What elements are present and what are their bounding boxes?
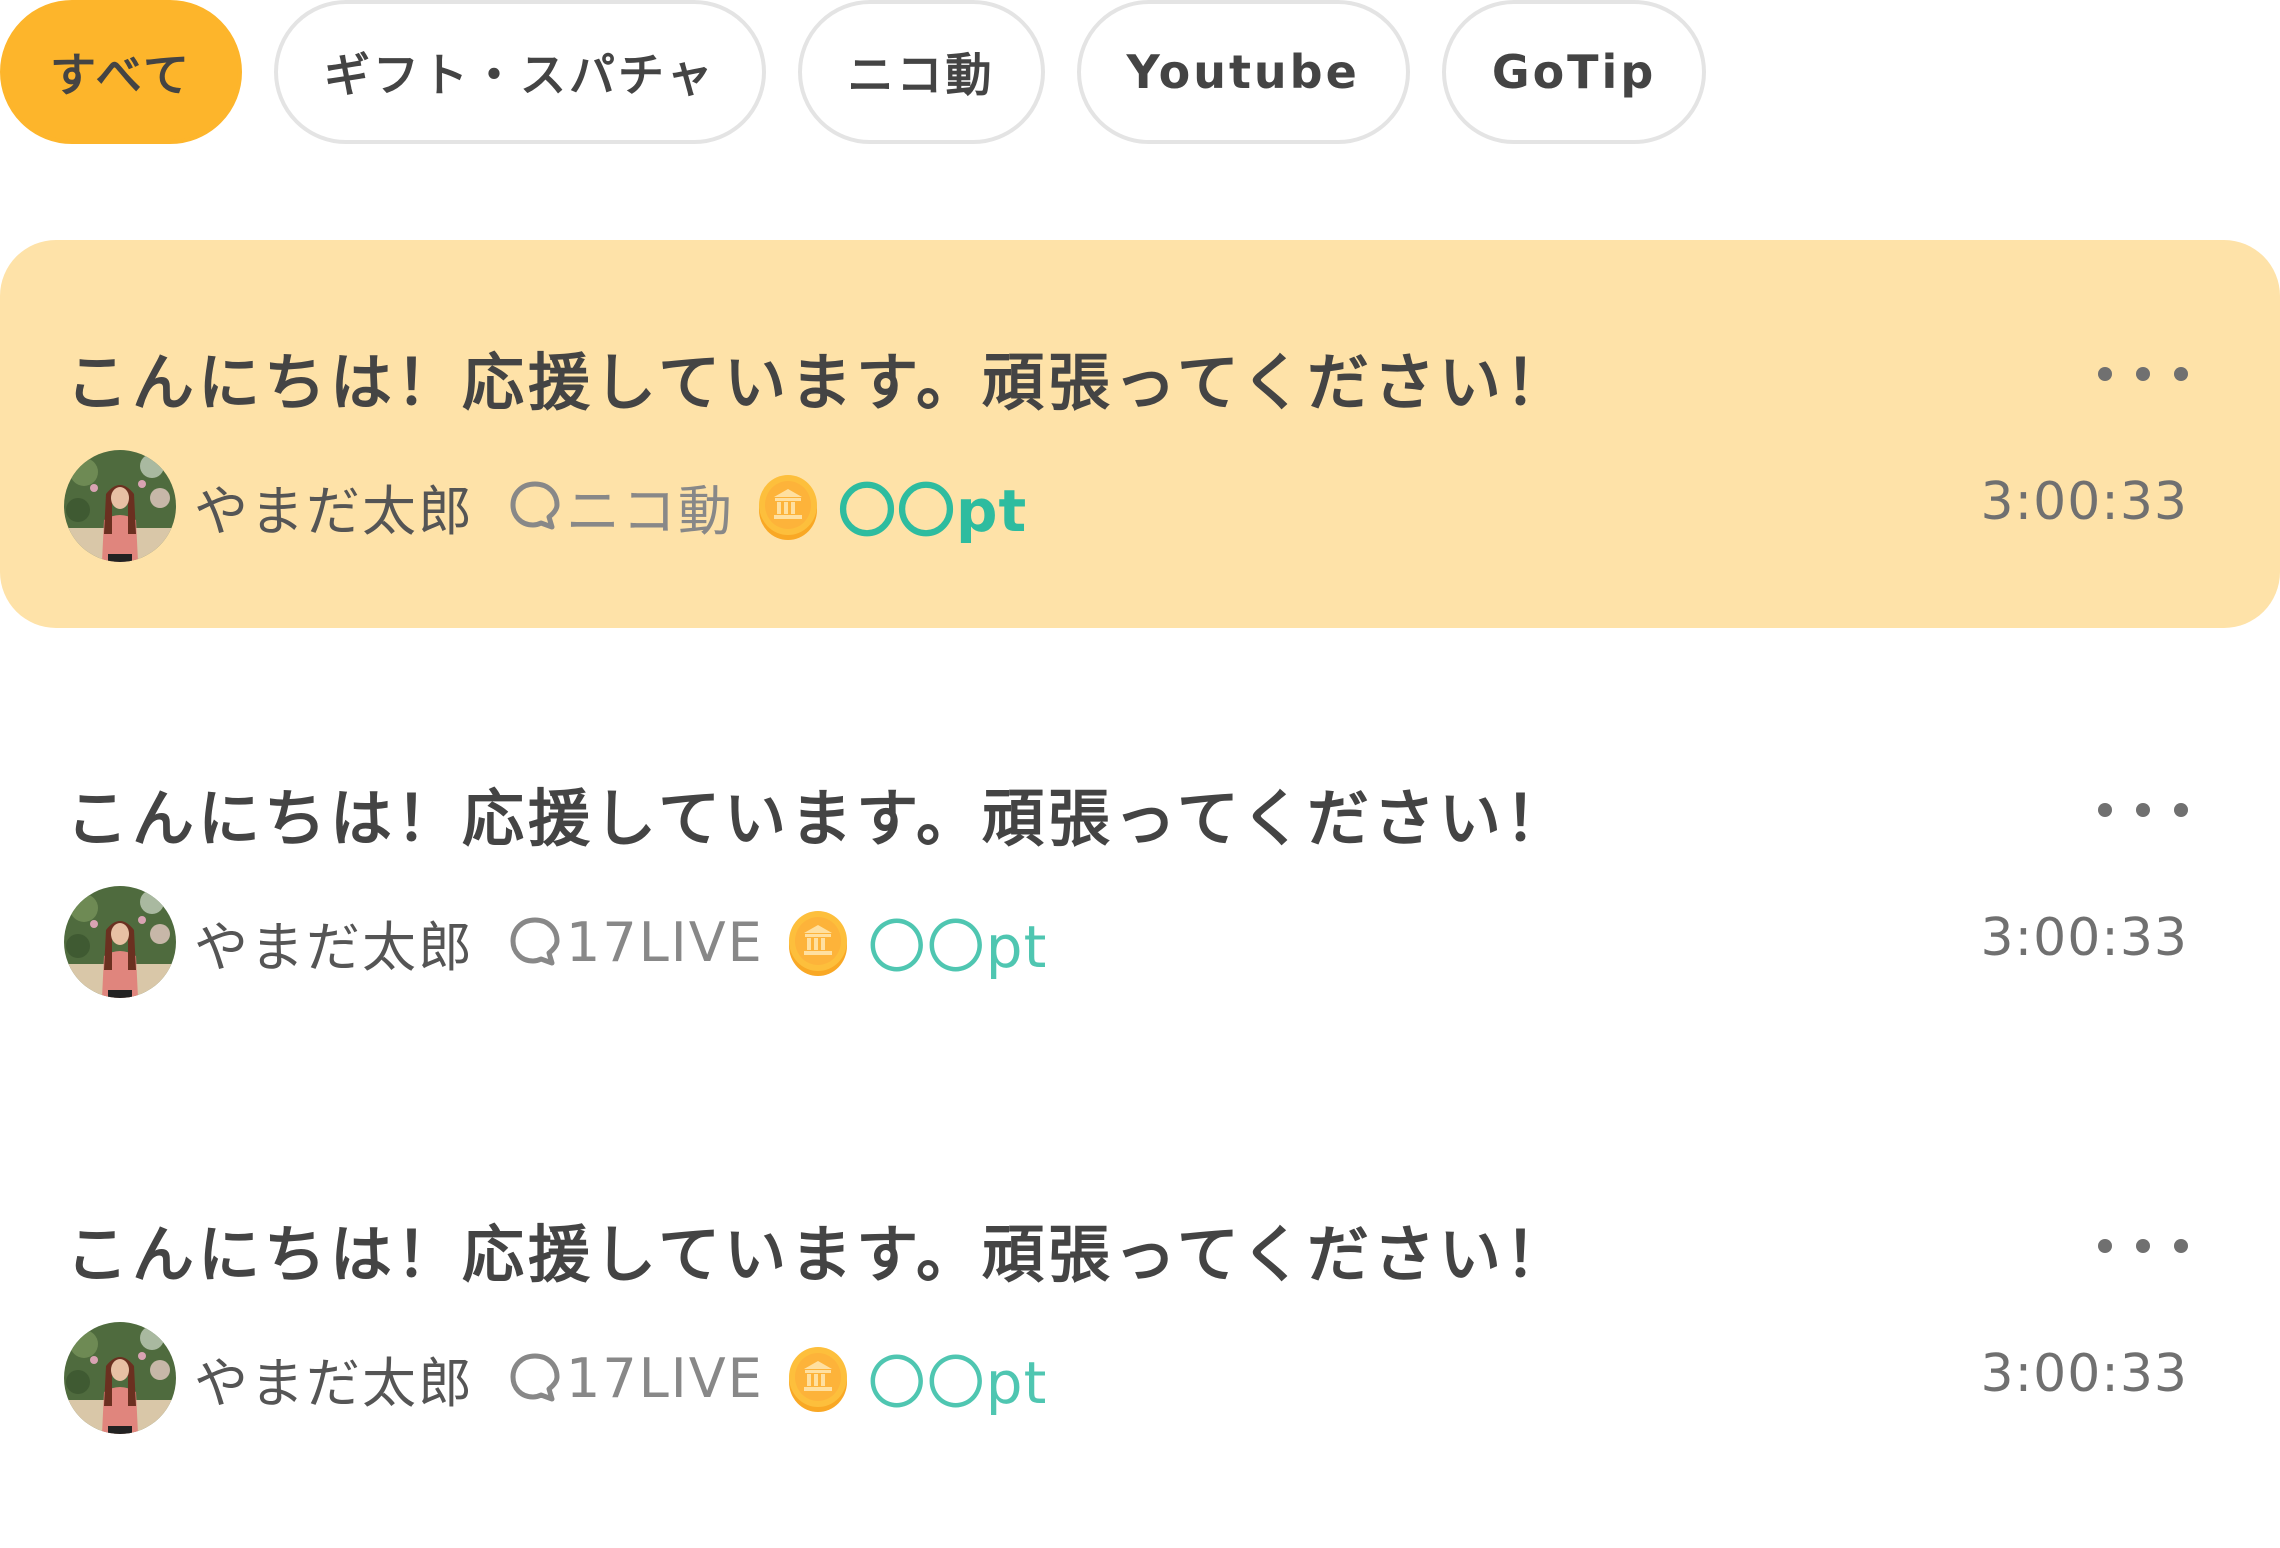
more-options-button[interactable]: [2098, 352, 2188, 396]
message-text: こんにちは！応援しています。頑張ってください！: [66, 782, 1571, 855]
coin-icon: [759, 475, 817, 540]
username: やまだ太郎: [194, 915, 474, 979]
tab-all[interactable]: すべて: [0, 0, 242, 144]
avatar[interactable]: [64, 886, 176, 998]
speech-bubble-icon: [510, 481, 560, 530]
message-item[interactable]: こんにちは！応援しています。頑張ってください！: [0, 676, 2280, 1064]
speech-bubble-icon: [510, 1353, 560, 1402]
timestamp: 3:00:33: [1980, 472, 2188, 532]
tab-gift-superchat[interactable]: ギフト・スパチャ: [273, 0, 766, 144]
points-value: 〇〇pt: [838, 477, 1028, 545]
points-value: 〇〇pt: [867, 913, 1048, 981]
more-dot: [2174, 803, 2188, 817]
message-text: こんにちは！応援しています。頑張ってください！: [66, 346, 1571, 419]
filter-tabs: すべて ギフト・スパチャ ニコ動 Youtube GoTip: [0, 0, 1707, 144]
platform-label: 17LIVE: [508, 911, 764, 974]
tab-gotip[interactable]: GoTip: [1441, 0, 1707, 144]
more-horizontal-icon: [2098, 367, 2112, 381]
platform-name: 17LIVE: [566, 910, 764, 974]
tab-niconico[interactable]: ニコ動: [797, 0, 1045, 144]
more-options-button[interactable]: [2098, 788, 2188, 832]
more-dot: [2136, 1239, 2150, 1253]
user-avatar-photo: [64, 450, 176, 562]
username: やまだ太郎: [194, 1351, 474, 1415]
more-dot: [2174, 1239, 2188, 1253]
coin-icon: [788, 911, 847, 976]
platform-name: ニコ動: [566, 479, 734, 543]
more-dot: [2136, 803, 2150, 817]
coin-icon: [788, 1347, 847, 1412]
user-avatar-photo: [64, 1322, 176, 1434]
message-item[interactable]: こんにちは！応援しています。頑張ってください！: [0, 1112, 2280, 1500]
speech-bubble-icon: [510, 917, 560, 966]
tab-youtube[interactable]: Youtube: [1076, 0, 1410, 144]
message-meta: やまだ太郎 ニコ動 〇〇pt: [64, 450, 1027, 562]
username: やまだ太郎: [194, 479, 474, 543]
timestamp: 3:00:33: [1980, 908, 2188, 968]
timestamp: 3:00:33: [1980, 1344, 2188, 1404]
message-meta: やまだ太郎 17LIVE 〇〇pt: [64, 1322, 1047, 1434]
user-avatar-photo: [64, 886, 176, 998]
platform-name: 17LIVE: [566, 1346, 764, 1410]
more-horizontal-icon: [2098, 1239, 2112, 1253]
message-item[interactable]: こんにちは！応援しています。頑張ってください！: [0, 240, 2280, 628]
points-value: 〇〇pt: [867, 1349, 1048, 1417]
platform-label: ニコ動: [508, 467, 734, 546]
message-list: こんにちは！応援しています。頑張ってください！ やまだ太郎 ニコ動 〇〇pt 3…: [0, 240, 2280, 1548]
message-text: こんにちは！応援しています。頑張ってください！: [66, 1218, 1571, 1291]
more-options-button[interactable]: [2098, 1224, 2188, 1268]
more-dot: [2174, 367, 2188, 381]
platform-label: 17LIVE: [508, 1347, 764, 1410]
more-dot: [2136, 367, 2150, 381]
more-horizontal-icon: [2098, 803, 2112, 817]
message-meta: やまだ太郎 17LIVE 〇〇pt: [64, 886, 1047, 998]
avatar[interactable]: [64, 450, 176, 562]
avatar[interactable]: [64, 1322, 176, 1434]
